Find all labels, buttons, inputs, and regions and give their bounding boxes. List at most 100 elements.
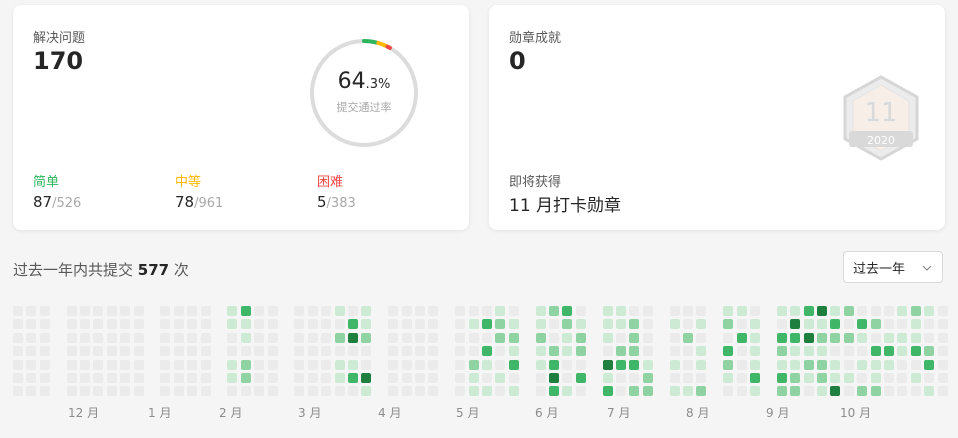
heatmap-cell[interactable] <box>200 306 211 316</box>
heatmap-cell[interactable] <box>401 373 412 383</box>
heatmap-cell[interactable] <box>495 346 506 357</box>
heatmap-cell[interactable] <box>897 319 908 330</box>
heatmap-cell[interactable] <box>66 319 77 330</box>
heatmap-cell[interactable] <box>562 359 573 370</box>
heatmap-cell[interactable] <box>857 332 868 343</box>
heatmap-cell[interactable] <box>508 346 519 357</box>
heatmap-cell[interactable] <box>26 319 37 330</box>
heatmap-cell[interactable] <box>830 373 841 383</box>
heatmap-cell[interactable] <box>897 332 908 343</box>
heatmap-cell[interactable] <box>723 373 734 383</box>
heatmap-cell[interactable] <box>897 346 908 357</box>
heatmap-cell[interactable] <box>723 359 734 370</box>
heatmap-cell[interactable] <box>240 332 251 343</box>
heatmap-cell[interactable] <box>790 359 801 370</box>
heatmap-cell[interactable] <box>26 306 37 316</box>
heatmap-cell[interactable] <box>348 373 358 383</box>
heatmap-cell[interactable] <box>133 359 144 370</box>
heatmap-cell[interactable] <box>361 373 372 383</box>
heatmap-cell[interactable] <box>468 373 479 383</box>
heatmap-cell[interactable] <box>106 359 117 370</box>
heatmap-cell[interactable] <box>629 346 640 357</box>
heatmap-cell[interactable] <box>482 306 492 316</box>
heatmap-cell[interactable] <box>173 346 184 357</box>
heatmap-cell[interactable] <box>254 359 265 370</box>
heatmap-cell[interactable] <box>616 386 626 397</box>
heatmap-cell[interactable] <box>455 332 466 343</box>
heatmap-cell[interactable] <box>616 306 626 316</box>
heatmap-cell[interactable] <box>120 373 131 383</box>
heatmap-cell[interactable] <box>361 346 372 357</box>
heatmap-cell[interactable] <box>200 373 211 383</box>
heatmap-cell[interactable] <box>790 346 801 357</box>
heatmap-cell[interactable] <box>776 332 787 343</box>
heatmap-cell[interactable] <box>133 319 144 330</box>
heatmap-cell[interactable] <box>723 346 734 357</box>
heatmap-cell[interactable] <box>428 346 439 357</box>
heatmap-cell[interactable] <box>884 306 894 316</box>
heatmap-cell[interactable] <box>817 346 827 357</box>
heatmap-cell[interactable] <box>562 373 573 383</box>
heatmap-cell[interactable] <box>200 359 211 370</box>
heatmap-cell[interactable] <box>562 386 573 397</box>
heatmap-cell[interactable] <box>937 332 948 343</box>
heatmap-cell[interactable] <box>294 332 305 343</box>
heatmap-cell[interactable] <box>575 359 586 370</box>
heatmap-cell[interactable] <box>93 319 104 330</box>
heatmap-cell[interactable] <box>13 332 23 343</box>
heatmap-cell[interactable] <box>750 373 760 383</box>
heatmap-cell[interactable] <box>776 346 787 357</box>
heatmap-cell[interactable] <box>348 346 358 357</box>
heatmap-cell[interactable] <box>750 306 760 316</box>
heatmap-cell[interactable] <box>321 373 332 383</box>
heatmap-cell[interactable] <box>937 373 948 383</box>
heatmap-cell[interactable] <box>937 359 948 370</box>
heatmap-cell[interactable] <box>884 332 894 343</box>
heatmap-cell[interactable] <box>482 359 492 370</box>
heatmap-cell[interactable] <box>602 319 613 330</box>
heatmap-cell[interactable] <box>549 306 559 316</box>
heatmap-cell[interactable] <box>254 319 265 330</box>
heatmap-cell[interactable] <box>549 332 559 343</box>
heatmap-cell[interactable] <box>482 332 492 343</box>
heatmap-cell[interactable] <box>924 359 935 370</box>
heatmap-cell[interactable] <box>508 359 519 370</box>
heatmap-cell[interactable] <box>348 306 358 316</box>
heatmap-cell[interactable] <box>575 386 586 397</box>
heatmap-cell[interactable] <box>240 346 251 357</box>
heatmap-cell[interactable] <box>388 346 399 357</box>
heatmap-cell[interactable] <box>562 332 573 343</box>
heatmap-cell[interactable] <box>790 386 801 397</box>
heatmap-cell[interactable] <box>26 373 37 383</box>
heatmap-cell[interactable] <box>683 346 693 357</box>
heatmap-cell[interactable] <box>361 386 372 397</box>
heatmap-cell[interactable] <box>294 346 305 357</box>
heatmap-cell[interactable] <box>321 319 332 330</box>
heatmap-cell[interactable] <box>307 373 318 383</box>
heatmap-cell[interactable] <box>910 306 921 316</box>
heatmap-cell[interactable] <box>549 386 559 397</box>
heatmap-cell[interactable] <box>468 332 479 343</box>
heatmap-cell[interactable] <box>80 373 90 383</box>
heatmap-cell[interactable] <box>388 359 399 370</box>
heatmap-cell[interactable] <box>696 306 707 316</box>
heatmap-cell[interactable] <box>803 306 814 316</box>
heatmap-cell[interactable] <box>897 306 908 316</box>
heatmap-cell[interactable] <box>66 306 77 316</box>
heatmap-cell[interactable] <box>830 346 841 357</box>
heatmap-cell[interactable] <box>723 319 734 330</box>
heatmap-cell[interactable] <box>924 346 935 357</box>
heatmap-cell[interactable] <box>267 359 278 370</box>
heatmap-cell[interactable] <box>549 319 559 330</box>
heatmap-cell[interactable] <box>66 359 77 370</box>
heatmap-cell[interactable] <box>240 373 251 383</box>
heatmap-cell[interactable] <box>26 359 37 370</box>
heatmap-cell[interactable] <box>924 319 935 330</box>
heatmap-cell[interactable] <box>321 359 332 370</box>
heatmap-cell[interactable] <box>428 319 439 330</box>
heatmap-cell[interactable] <box>321 386 332 397</box>
heatmap-cell[interactable] <box>227 373 238 383</box>
heatmap-cell[interactable] <box>803 346 814 357</box>
heatmap-cell[interactable] <box>66 373 77 383</box>
heatmap-cell[interactable] <box>160 386 171 397</box>
